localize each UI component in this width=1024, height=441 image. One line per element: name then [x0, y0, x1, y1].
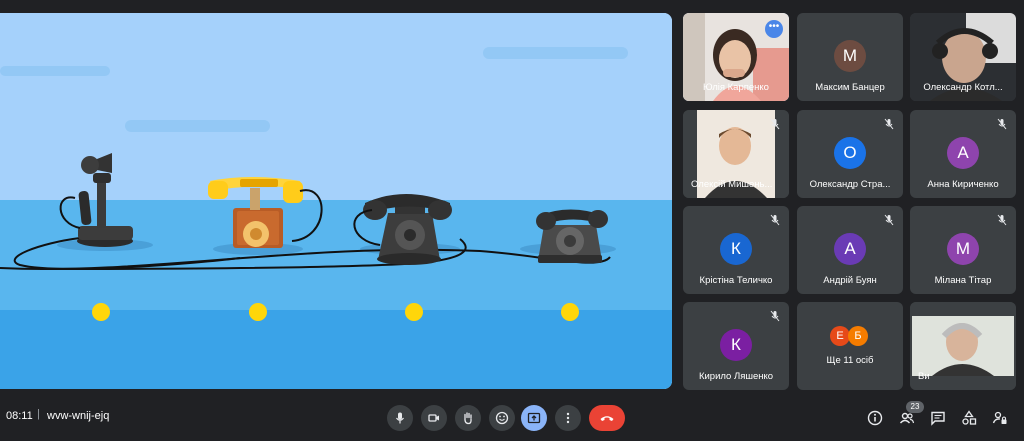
more-options-button[interactable]: ••• — [765, 20, 783, 38]
presentation-screen[interactable] — [0, 13, 672, 389]
raise-hand-button[interactable] — [455, 405, 481, 431]
meeting-details-button[interactable] — [865, 408, 885, 428]
participant-name: Анна Кириченко — [927, 179, 999, 190]
mic-off-icon — [884, 214, 894, 226]
separator: | — [37, 408, 40, 420]
mic-off-icon — [770, 310, 780, 322]
participant-tile[interactable]: К Кирило Ляшенко — [683, 302, 789, 390]
present-icon — [527, 412, 541, 424]
participant-name: Кирило Ляшенко — [698, 371, 774, 382]
mic-off-icon — [997, 118, 1007, 130]
reactions-button[interactable] — [489, 405, 515, 431]
avatar: М — [834, 40, 866, 72]
hang-up-icon — [600, 416, 614, 421]
more-vert-icon — [566, 412, 570, 424]
mic-off-icon — [770, 118, 780, 130]
avatar: К — [720, 233, 752, 265]
avatar: А — [834, 233, 866, 265]
camera-icon — [428, 414, 439, 422]
participant-name: Максим Банцер — [815, 82, 885, 93]
participant-tile[interactable]: М Максим Банцер — [797, 13, 903, 101]
participant-tile[interactable]: Олексій Мишень... — [683, 110, 789, 198]
participant-name: Олександр Котл... — [923, 82, 1003, 93]
modern-rotary-telephone-icon — [536, 209, 608, 263]
participant-name: Юлія Карпенко — [703, 82, 769, 93]
participant-tile[interactable]: А Андрій Буян — [797, 206, 903, 294]
leave-call-button[interactable] — [589, 405, 625, 431]
meeting-code: wvw-wnij-ejq — [47, 410, 110, 422]
participant-name: Андрій Буян — [823, 275, 877, 286]
meeting-time: 08:11 — [6, 410, 33, 422]
participant-name: Крістіна Теличко — [699, 275, 773, 286]
timeline-dot — [405, 303, 423, 321]
lock-person-icon — [992, 411, 1007, 424]
mic-off-icon — [770, 214, 780, 226]
others-tile[interactable]: Е Б Ще 11 осіб — [797, 302, 903, 390]
timeline-dot — [249, 303, 267, 321]
microphone-icon — [396, 412, 404, 424]
people-count-badge: 23 — [906, 401, 924, 413]
participant-tile[interactable]: Олександр Котл... — [910, 13, 1016, 101]
emoji-icon — [495, 411, 509, 425]
timeline-dot — [561, 303, 579, 321]
activities-button[interactable] — [959, 408, 979, 428]
participant-name: Олексій Мишень... — [691, 179, 773, 190]
meet-window: ••• Юлія Карпенко М Максим Банцер Олекса… — [0, 0, 1024, 441]
avatar: Е — [830, 326, 850, 346]
activities-icon — [962, 410, 977, 425]
avatar: М — [947, 233, 979, 265]
participant-tile[interactable]: О Олександр Стра... — [797, 110, 903, 198]
camera-button[interactable] — [421, 405, 447, 431]
avatar: О — [834, 137, 866, 169]
participant-tile[interactable]: М Мілана Тітар — [910, 206, 1016, 294]
timeline-dot — [92, 303, 110, 321]
mic-off-icon — [884, 118, 894, 130]
self-tile[interactable]: Ви — [910, 302, 1016, 390]
participant-name: Ви — [918, 371, 930, 382]
participant-tile[interactable]: А Анна Кириченко — [910, 110, 1016, 198]
info-icon — [867, 410, 883, 426]
mic-off-icon — [997, 214, 1007, 226]
participant-tile[interactable]: К Крістіна Теличко — [683, 206, 789, 294]
more-options-button[interactable] — [555, 405, 581, 431]
participant-tile[interactable]: ••• Юлія Карпенко — [683, 13, 789, 101]
microphone-button[interactable] — [387, 405, 413, 431]
avatar: А — [947, 137, 979, 169]
slide-illustration — [0, 13, 672, 389]
host-controls-button[interactable] — [990, 408, 1010, 428]
chat-icon — [931, 411, 945, 426]
present-screen-button[interactable] — [521, 405, 547, 431]
chat-button[interactable] — [928, 408, 948, 428]
avatar: К — [720, 329, 752, 361]
hand-icon — [464, 412, 472, 425]
others-count-label: Ще 11 осіб — [826, 355, 874, 366]
participant-name: Мілана Тітар — [934, 275, 992, 286]
participant-name: Олександр Стра... — [809, 179, 891, 190]
avatar: Б — [848, 326, 868, 346]
control-bar: 08:11 | wvw-wnij-ejq — [0, 396, 1024, 441]
